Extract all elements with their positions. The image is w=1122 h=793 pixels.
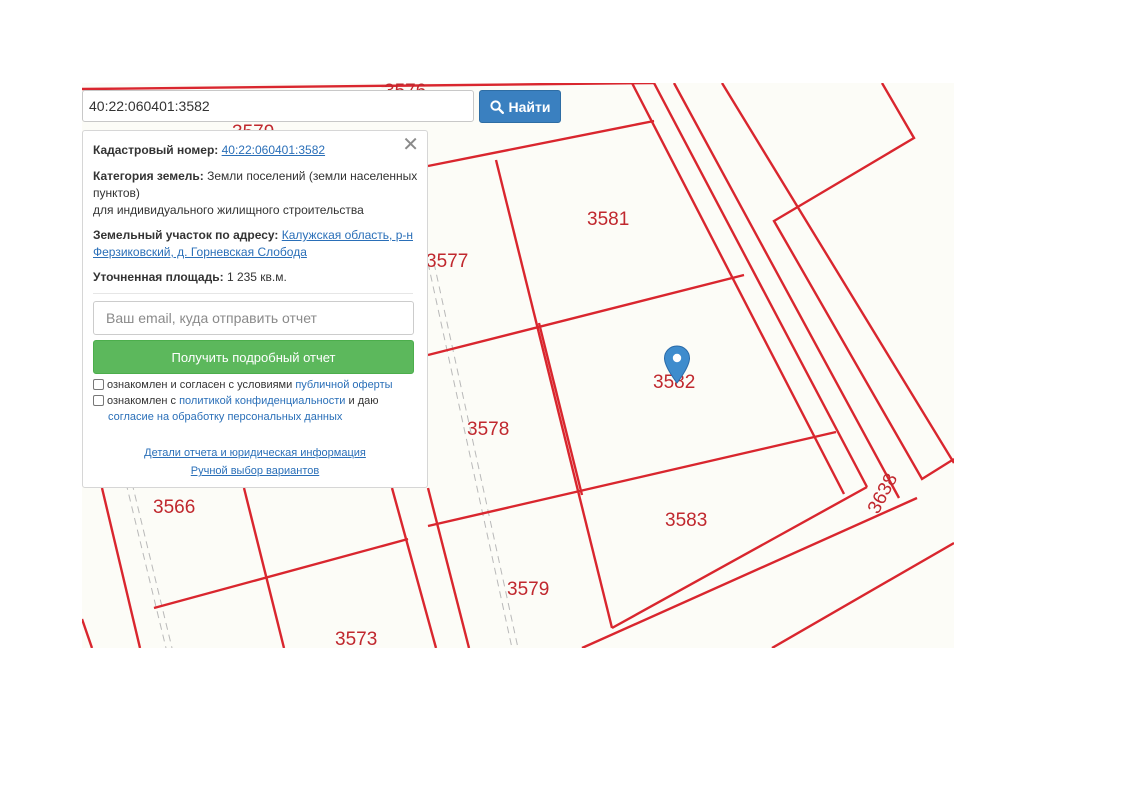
details-link-row: Детали отчета и юридическая информация [83, 447, 427, 459]
parcel-boundary [611, 485, 868, 630]
offer-agreement-text: ознакомлен и согласен с условиями [107, 379, 293, 391]
cadastral-number-label: Кадастровый номер: [93, 143, 219, 157]
parcel-boundary [672, 83, 901, 499]
cadastral-search-input[interactable]: 40:22:060401:3582 [82, 90, 474, 122]
parcel-boundary [100, 487, 142, 648]
privacy-agreement-checkbox[interactable] [93, 395, 104, 406]
parcel-number: 3578 [467, 419, 509, 440]
parcel-boundary [242, 487, 286, 648]
parcel-number: 3566 [153, 497, 195, 518]
privacy-agreement-text: ознакомлен с [107, 395, 177, 407]
land-category-label: Категория земель: [93, 169, 204, 183]
search-button[interactable]: Найти [479, 90, 561, 123]
map-pin-icon[interactable] [663, 345, 691, 390]
get-report-button[interactable]: Получить подробный отчет [93, 340, 414, 374]
cadastral-number-link[interactable]: 40:22:060401:3582 [222, 143, 325, 157]
parcel-number: 3573 [335, 629, 377, 648]
parcel-boundary [427, 430, 837, 528]
cadastral-number-row: Кадастровый номер: 40:22:060401:3582 [93, 142, 418, 159]
parcel-boundary [153, 537, 409, 610]
manual-link-row: Ручной выбор вариантов [83, 465, 427, 477]
parcel-boundary [427, 119, 655, 168]
parcel-boundary [652, 83, 869, 488]
parcel-boundary [427, 273, 745, 357]
offer-agreement-checkbox[interactable] [93, 379, 104, 390]
parcel-boundary [426, 487, 471, 648]
parcel-number: 3583 [665, 510, 707, 531]
divider [93, 293, 413, 294]
parcel-boundary [537, 322, 584, 496]
manual-selection-link[interactable]: Ручной выбор вариантов [191, 465, 319, 477]
email-input[interactable] [93, 301, 414, 335]
parcel-boundary [771, 541, 954, 648]
area-label: Уточненная площадь: [93, 270, 224, 284]
public-offer-link[interactable]: публичной оферты [295, 379, 392, 391]
road-line [433, 262, 519, 648]
area-value: 1 235 кв.м. [226, 270, 287, 284]
parcel-boundary [494, 159, 614, 629]
parcel-boundary [390, 487, 438, 648]
privacy-agreement-mid-text: и даю [348, 395, 379, 407]
report-details-link[interactable]: Детали отчета и юридическая информация [144, 447, 366, 459]
personal-data-consent-link[interactable]: согласие на обработку персональных данны… [108, 411, 342, 423]
parcel-boundary [82, 83, 655, 91]
parcel-boundary [82, 618, 94, 648]
search-icon [489, 99, 504, 114]
parcel-number: 3577 [426, 251, 468, 272]
land-category-row: Категория земель: Земли поселений (земли… [93, 168, 418, 219]
parcel-info-popup: ✕ Кадастровый номер: 40:22:060401:3582 К… [82, 130, 428, 488]
parcel-boundary [720, 83, 954, 464]
privacy-policy-link[interactable]: политикой конфиденциальности [179, 395, 345, 407]
search-button-label: Найти [508, 98, 551, 115]
map-pin-shape [663, 345, 691, 384]
address-row: Земельный участок по адресу: Калужская о… [93, 227, 418, 261]
area-row: Уточненная площадь: 1 235 кв.м. [93, 269, 418, 286]
privacy-agreement-row: ознакомлен с политикой конфиденциальност… [93, 393, 423, 425]
parcel-number: 3581 [587, 209, 629, 230]
offer-agreement-row: ознакомлен и согласен с условиями публич… [93, 377, 423, 393]
parcel-boundary [581, 496, 918, 648]
land-purpose-value: для индивидуального жилищного строительс… [93, 203, 364, 217]
parcel-number: 3579 [507, 579, 549, 600]
address-label: Земельный участок по адресу: [93, 228, 279, 242]
road-line [427, 262, 513, 648]
